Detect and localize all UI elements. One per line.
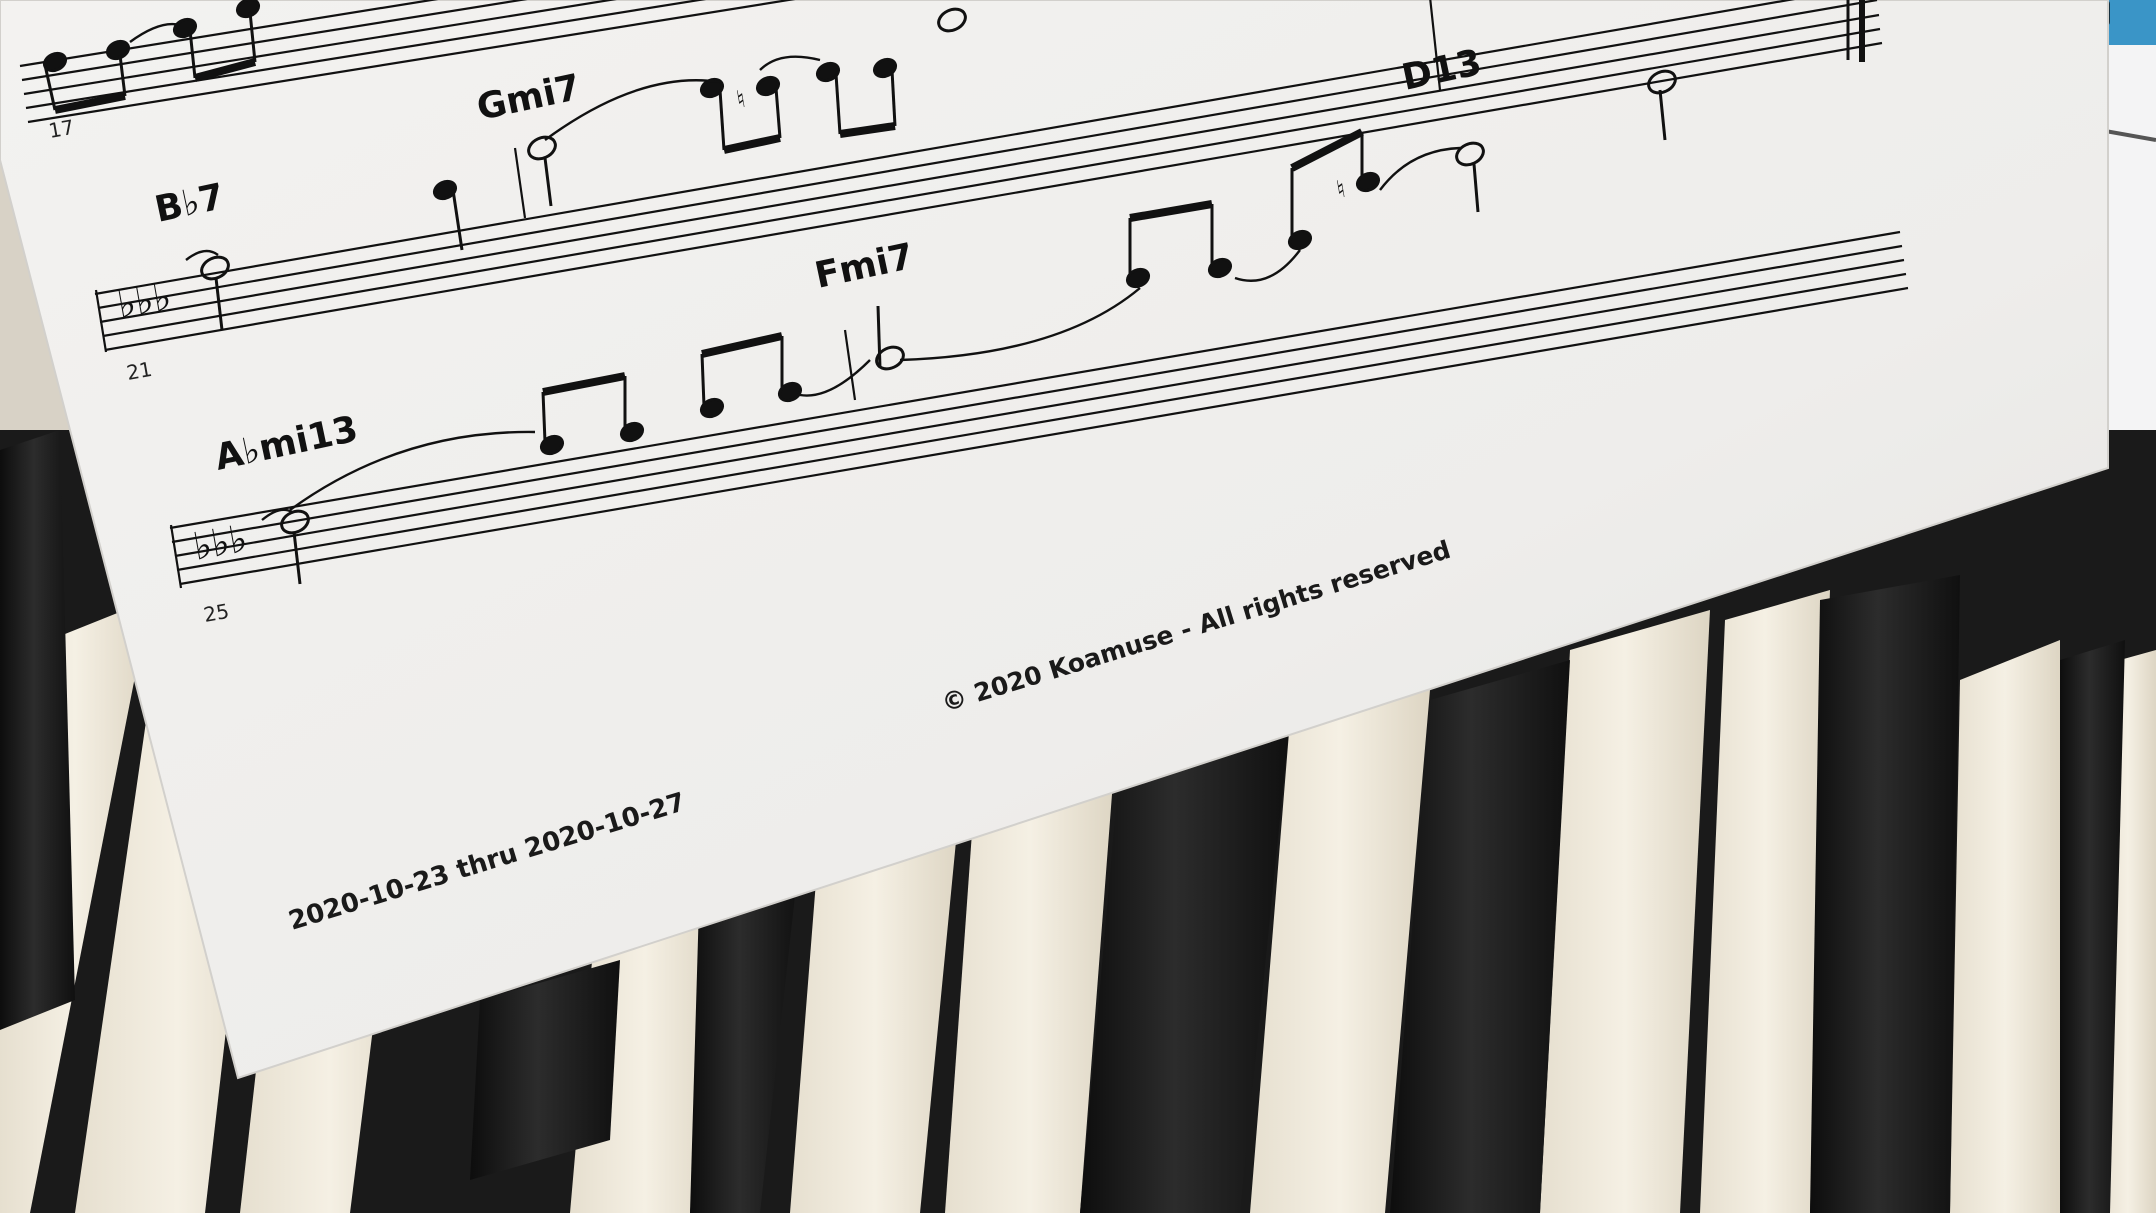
bar-number-17: 17 — [47, 115, 76, 143]
photo-scene: ♭♭♭ ♭♭♭ ♮ ♮ B♭7 Gmi7 D13 Fmi7 A♭mi13 17 … — [0, 0, 2156, 1213]
bar-number-25: 25 — [202, 599, 231, 627]
bar-number-21: 21 — [125, 357, 154, 385]
svg-text:♭♭♭: ♭♭♭ — [190, 516, 251, 569]
scene-svg: ♭♭♭ ♭♭♭ ♮ ♮ B♭7 Gmi7 D13 Fmi7 A♭mi13 17 … — [0, 0, 2156, 1213]
svg-text:♭♭♭: ♭♭♭ — [114, 274, 175, 327]
